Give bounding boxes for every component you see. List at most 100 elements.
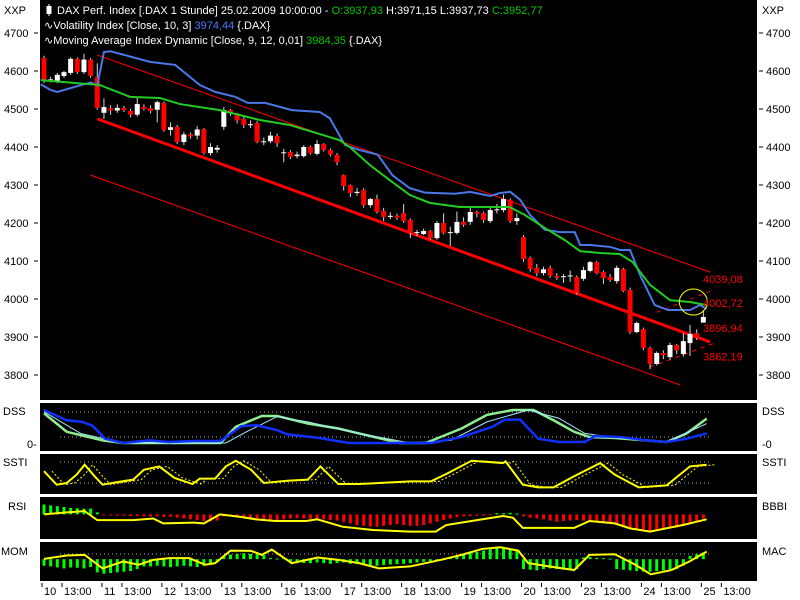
rsi-hist-bar-negative <box>109 514 113 516</box>
y-unit-label-right: XXP <box>762 5 784 17</box>
mom-hist-bar <box>482 550 486 560</box>
mom-hist-bar <box>55 559 59 568</box>
rsi-hist-bar-negative <box>362 514 366 526</box>
rsi-hist-bar-negative <box>608 514 612 523</box>
candle-up <box>134 104 140 115</box>
candle-up <box>501 199 507 211</box>
mom-hist-bar <box>235 553 239 560</box>
dax-chart: XXP XXP 4700 4700 4600 4600 4500 4500 4400 4400… <box>0 0 800 600</box>
candle-up <box>261 141 267 143</box>
x-tick-label-time: 13:00 <box>184 586 212 598</box>
y-tick-label-right: 4700 <box>766 28 790 40</box>
rsi-hist-bar-negative <box>402 514 406 526</box>
mom-hist-bar <box>262 555 266 560</box>
candle-down <box>427 230 433 239</box>
candle-up <box>467 211 473 222</box>
y-tick-label-right: 4000 <box>766 294 790 306</box>
candle-down <box>407 219 413 233</box>
mom-hist-bar <box>75 559 79 568</box>
x-tick-label-day: 23 <box>583 586 595 598</box>
mom-hist-bar <box>368 559 372 566</box>
y-tick-label-right: 4500 <box>766 104 790 116</box>
x-tick-label-time: 13:00 <box>484 586 512 598</box>
candle-down <box>188 134 194 137</box>
legend-volatility-value: 3974,44 <box>194 20 234 32</box>
mom-hist-bar <box>275 558 279 560</box>
rsi-hist-bar-negative <box>575 514 579 521</box>
x-tick-label-time: 13:00 <box>424 586 452 598</box>
candle-up <box>541 269 546 274</box>
rsi-hist-bar-negative <box>335 514 339 521</box>
candle-down <box>347 185 353 193</box>
candle-up <box>387 215 393 217</box>
mom-hist-bar <box>42 559 46 566</box>
candle-up <box>447 232 453 234</box>
x-tick-label-time: 13:00 <box>304 586 332 598</box>
rsi-hist-bar-negative <box>348 514 352 524</box>
candle-down <box>174 126 180 143</box>
y-tick-label-right: 4100 <box>766 256 790 268</box>
candle-up <box>680 341 686 355</box>
legend-volatility[interactable]: ∿Volatility Index [Close, 10, 3] 3974,44… <box>44 20 271 32</box>
y-tick-label-left: 4000 <box>4 294 28 306</box>
price-label: 3862,19 <box>703 351 743 363</box>
rsi-hist-bar-negative <box>695 514 699 521</box>
rsi-hist-bar-negative <box>302 514 306 519</box>
x-tick-label-time: 13:00 <box>603 586 631 598</box>
mom-hist-bar <box>488 549 492 560</box>
rsi-hist-bar-negative <box>455 514 459 518</box>
rsi-hist-bar-negative <box>388 514 392 526</box>
rsi-hist-bar-negative <box>435 514 439 522</box>
rsi-hist-bar-positive <box>495 513 499 515</box>
candle-up <box>208 147 213 154</box>
rsi-hist-bar-negative <box>295 514 299 519</box>
mom-hist-bar <box>388 559 392 565</box>
candle-down <box>694 333 700 339</box>
ssti-label-left: SSTI <box>3 457 27 469</box>
legend-open: O:3937,93 <box>332 5 383 17</box>
mom-hist-bar <box>248 553 252 560</box>
price-panel[interactable] <box>40 0 757 400</box>
y-unit-label-left: XXP <box>4 5 26 17</box>
dss-zero-right: -0 <box>762 439 772 451</box>
candle-up <box>54 74 60 81</box>
x-tick-label-day: 24 <box>643 586 655 598</box>
candle-down <box>287 151 293 157</box>
candle-down <box>141 106 147 109</box>
rsi-hist-bar-negative <box>568 514 572 521</box>
candle-up <box>687 333 693 344</box>
candle-down <box>441 223 447 233</box>
candle-down <box>640 329 646 349</box>
rsi-hist-bar-negative <box>182 514 186 519</box>
candle-down <box>481 213 487 220</box>
x-tick-label-time: 13:00 <box>364 586 392 598</box>
mom-hist-bar <box>408 559 412 564</box>
rsi-hist-bar-negative <box>328 514 332 521</box>
candle-down <box>74 58 80 73</box>
mom-hist-bar <box>415 559 419 563</box>
mom-hist-bar <box>595 557 599 560</box>
rsi-hist-bar-negative <box>355 514 359 526</box>
legend-ma[interactable]: ∿Moving Average Index Dynamic [Close, 9,… <box>44 35 382 47</box>
x-tick-label-time: 13:00 <box>723 586 751 598</box>
rsi-hist-bar-negative <box>655 514 659 530</box>
y-tick-label-right: 4600 <box>766 66 790 78</box>
candle-up <box>567 275 573 277</box>
rsi-hist-bar-negative <box>308 514 312 519</box>
rsi-hist-bar-negative <box>275 514 279 521</box>
rsi-hist-bar-negative <box>581 514 585 521</box>
candle-up <box>434 223 440 239</box>
x-tick-label-day: 13 <box>224 586 236 598</box>
y-tick-label-left: 4400 <box>4 142 28 154</box>
x-tick-label-time: 13:00 <box>244 586 272 598</box>
mom-hist-bar <box>402 559 406 564</box>
candle-up <box>301 147 307 157</box>
mom-label-left: MOM <box>1 546 28 558</box>
dss-label-left: DSS <box>3 406 26 418</box>
mom-hist-bar <box>522 559 526 570</box>
rsi-hist-bar-negative <box>488 514 492 516</box>
candle-down <box>161 102 167 130</box>
legend-price[interactable]: DAX Perf. Index [.DAX 1 Stunde] 25.02.20… <box>57 5 543 17</box>
candle-down <box>547 267 553 276</box>
mom-hist-bar <box>375 559 379 566</box>
